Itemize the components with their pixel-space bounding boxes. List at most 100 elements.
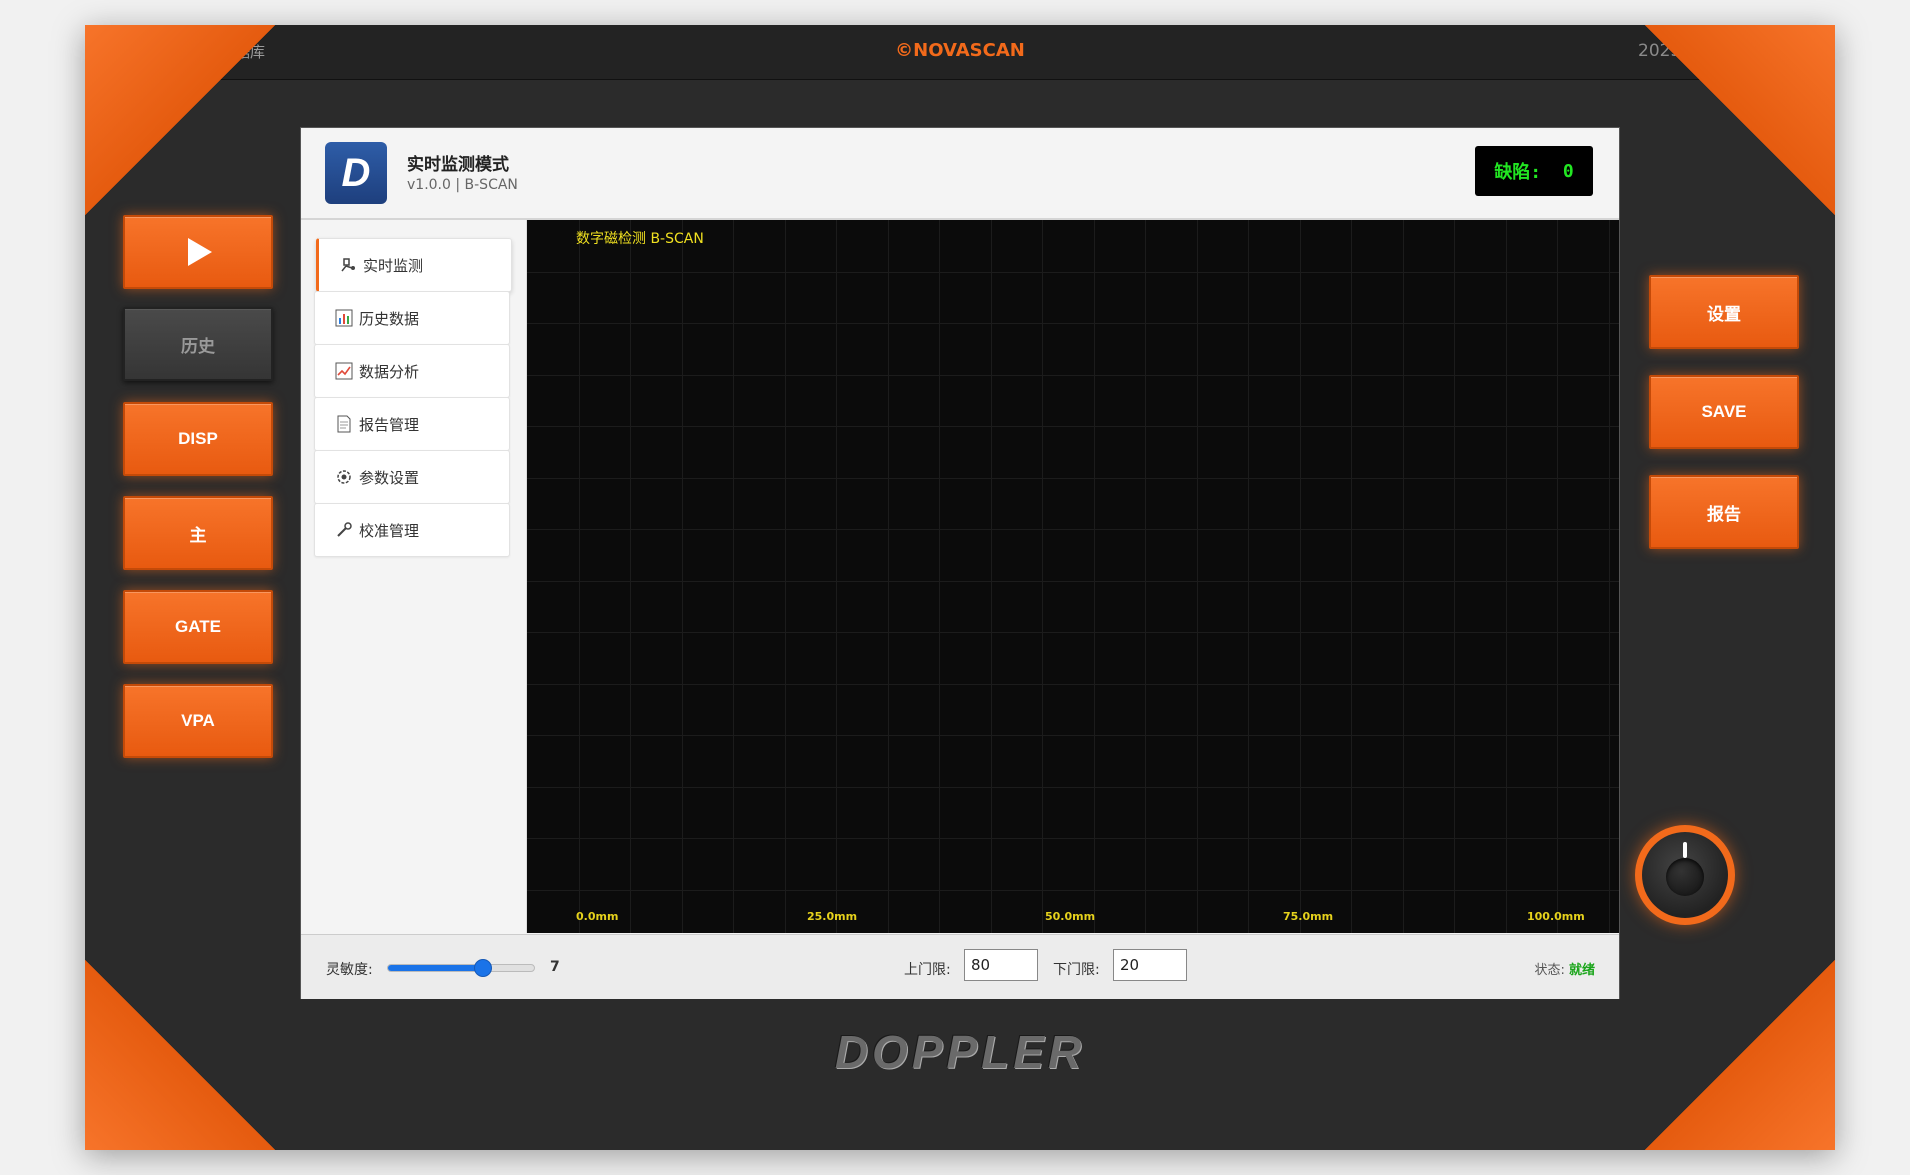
document-icon <box>335 415 353 433</box>
grid-line <box>836 220 837 933</box>
brand-logo: DOPPLER <box>834 1026 1086 1078</box>
grid-line <box>527 272 1619 273</box>
nav-label: 数据分析 <box>359 362 420 381</box>
grid-line <box>733 220 734 933</box>
bscan-display: 数字磁检测 B-SCAN 0.0mm 25.0mm 50.0mm 75.0mm … <box>527 220 1619 933</box>
grid-line <box>527 735 1619 736</box>
grid-line <box>527 323 1619 324</box>
sensitivity-label: 灵敏度: <box>326 962 373 978</box>
grid-line <box>630 220 631 933</box>
status-indicator: 状态: 就绪 <box>1534 959 1595 978</box>
knob-body <box>1642 832 1728 918</box>
grid-line <box>527 581 1619 582</box>
scan-title: 数字磁检测 B-SCAN <box>576 231 704 247</box>
grid-line <box>1042 220 1043 933</box>
nav-item-settings[interactable]: 参数设置 <box>314 450 510 504</box>
grid-line <box>1454 220 1455 933</box>
grid-line <box>527 684 1619 685</box>
nav-item-reports[interactable]: 报告管理 <box>314 397 510 451</box>
grid-line <box>527 890 1619 891</box>
bar-chart-icon <box>335 309 353 327</box>
brand-copyright: ©NOVASCAN <box>895 40 1025 61</box>
corner-accent-top-right <box>1645 25 1835 215</box>
grid-line <box>1351 220 1352 933</box>
knob-cap <box>1666 858 1704 896</box>
grid-line <box>1197 220 1198 933</box>
x-tick-label: 25.0mm <box>807 910 858 923</box>
grid-line <box>527 478 1619 479</box>
status-label: 状态: <box>1534 963 1565 978</box>
nav-item-history[interactable]: 历史数据 <box>314 291 510 345</box>
gear-icon <box>335 468 353 486</box>
grid-line <box>527 838 1619 839</box>
nav-item-calibration[interactable]: 校准管理 <box>314 503 510 557</box>
nav-label: 历史数据 <box>359 309 420 328</box>
grid-line <box>1145 220 1146 933</box>
grid-line <box>1557 220 1558 933</box>
nav-item-analysis[interactable]: 数据分析 <box>314 344 510 398</box>
report-button[interactable]: 报告 <box>1649 475 1799 549</box>
x-tick-label: 50.0mm <box>1045 910 1096 923</box>
grid-line <box>527 529 1619 530</box>
x-tick-label: 75.0mm <box>1283 910 1334 923</box>
screen-header: D 实时监测模式 v1.0.0 | B-SCAN 缺陷: 0 <box>301 128 1619 220</box>
grid-line <box>888 220 889 933</box>
grid-line <box>527 632 1619 633</box>
lower-gate-input[interactable] <box>1113 949 1187 981</box>
grid-line <box>991 220 992 933</box>
grid-line <box>1094 220 1095 933</box>
nav-label: 报告管理 <box>359 415 420 434</box>
corner-accent-top-left <box>85 25 275 215</box>
main-button[interactable]: 主 <box>123 496 273 570</box>
lower-gate-label: 下门限: <box>1053 962 1100 978</box>
x-tick-label: 0.0mm <box>576 910 619 923</box>
history-button[interactable]: 历史 <box>123 307 273 381</box>
save-button[interactable]: SAVE <box>1649 375 1799 449</box>
grid-line <box>1609 220 1610 933</box>
grid-line <box>939 220 940 933</box>
device-frame: 据库 ©NOVASCAN 2025 历史 DISP 主 GATE VPA 设置 … <box>85 25 1835 1150</box>
sensitivity-slider[interactable] <box>387 964 535 972</box>
grid-line <box>1248 220 1249 933</box>
slider-fill <box>388 965 483 971</box>
grid-line <box>527 426 1619 427</box>
rotary-knob[interactable] <box>1635 825 1735 925</box>
sensitivity-value: 7 <box>550 959 560 975</box>
nav-item-realtime[interactable]: 实时监测 <box>316 238 512 292</box>
play-button[interactable] <box>123 215 273 289</box>
grid-line <box>1403 220 1404 933</box>
disp-button[interactable]: DISP <box>123 402 273 476</box>
app-logo: D <box>325 142 387 204</box>
sidebar: 实时监测 历史数据 数据分析 报告管理 参数设置 校准管理 <box>301 220 527 933</box>
gate-button[interactable]: GATE <box>123 590 273 664</box>
settings-button[interactable]: 设置 <box>1649 275 1799 349</box>
top-bar: 据库 ©NOVASCAN 2025 <box>85 25 1835 80</box>
control-bar: 灵敏度: 7 上门限: 下门限: 状态: 就绪 <box>301 934 1619 999</box>
page-title: 实时监测模式 <box>407 155 509 175</box>
upper-gate-input[interactable] <box>964 949 1038 981</box>
nav-label: 实时监测 <box>363 256 424 275</box>
grid-line <box>527 787 1619 788</box>
defect-label: 缺陷: <box>1494 162 1542 183</box>
grid-line <box>1506 220 1507 933</box>
line-chart-icon <box>335 362 353 380</box>
nav-label: 参数设置 <box>359 468 420 487</box>
grid-line <box>1300 220 1301 933</box>
play-icon <box>188 238 212 266</box>
defect-count: 0 <box>1562 160 1574 182</box>
knob-indicator <box>1683 842 1687 858</box>
grid-line <box>682 220 683 933</box>
vpa-button[interactable]: VPA <box>123 684 273 758</box>
version-label: v1.0.0 | B-SCAN <box>407 177 518 193</box>
nav-label: 校准管理 <box>359 521 420 540</box>
wrench-icon <box>335 521 353 539</box>
upper-gate-label: 上门限: <box>904 962 951 978</box>
grid-line <box>785 220 786 933</box>
status-value: 就绪 <box>1568 963 1595 978</box>
grid-line <box>579 220 580 933</box>
defect-counter: 缺陷: 0 <box>1475 146 1593 196</box>
x-tick-label: 100.0mm <box>1527 910 1585 923</box>
grid-line <box>527 375 1619 376</box>
main-screen: D 实时监测模式 v1.0.0 | B-SCAN 缺陷: 0 实时监测 历史数据 <box>300 127 1620 999</box>
sensitivity-slider-thumb[interactable] <box>474 959 493 977</box>
